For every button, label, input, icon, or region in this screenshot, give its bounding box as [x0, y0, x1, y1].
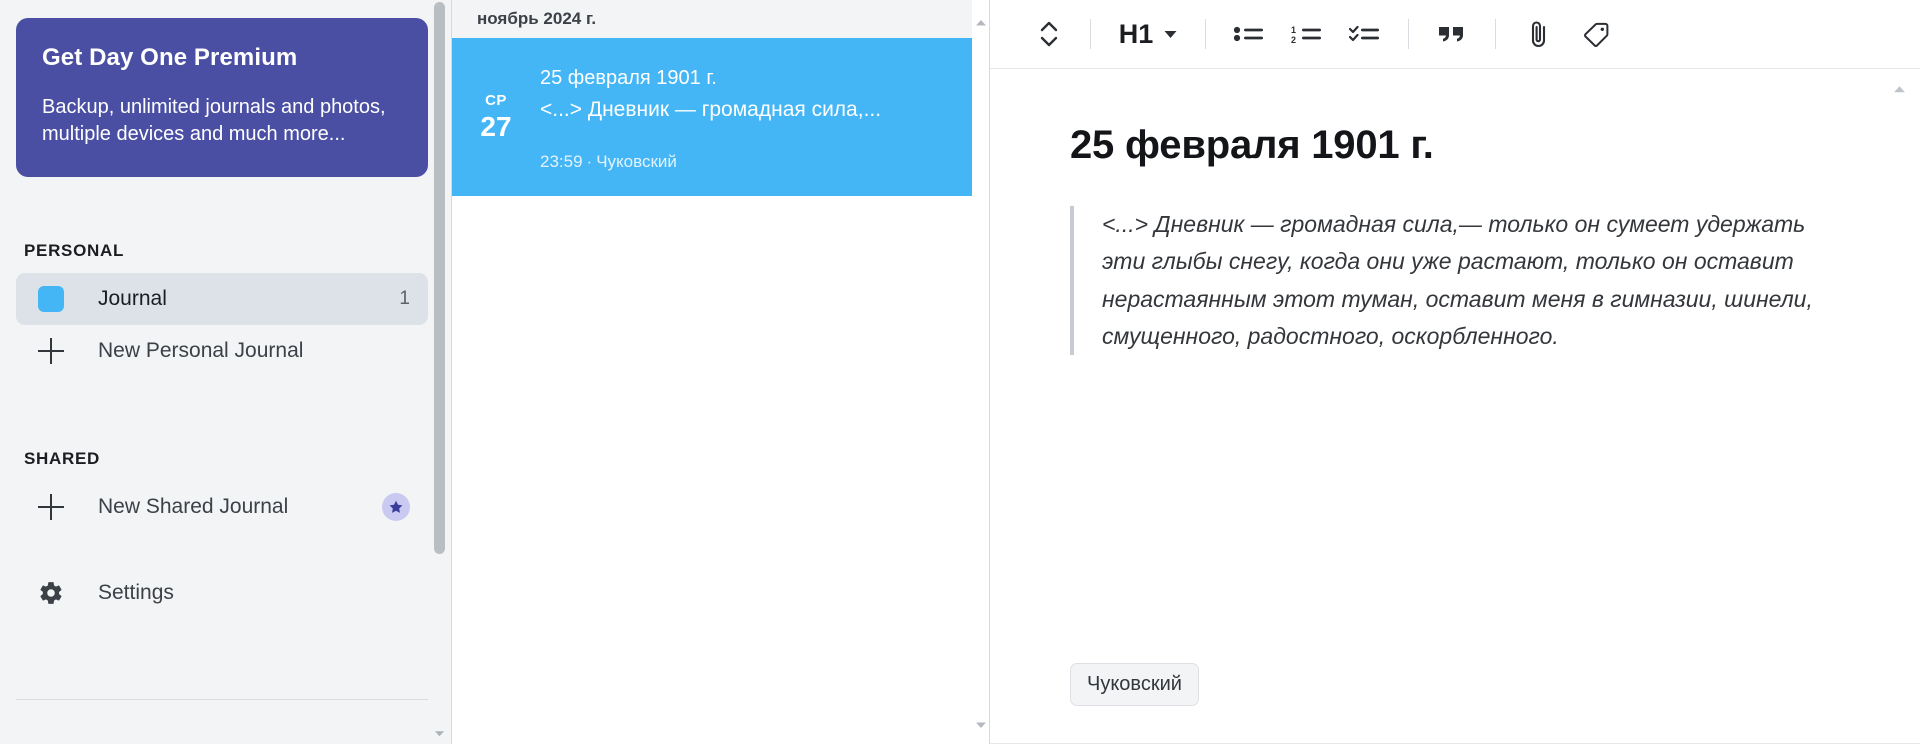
toolbar-separator: [1205, 19, 1206, 49]
journal-entry-count: 1: [399, 288, 410, 310]
plus-icon: [38, 338, 64, 365]
toolbar-separator: [1090, 19, 1091, 49]
attachment-button[interactable]: [1510, 12, 1568, 56]
heading-style-label: H1: [1118, 18, 1154, 49]
document: 25 февраля 1901 г. <...> Дневник — грома…: [990, 123, 1920, 355]
premium-promo-card[interactable]: Get Day One Premium Backup, unlimited jo…: [16, 18, 428, 178]
sidebar-item-new-shared-journal[interactable]: New Shared Journal: [16, 481, 428, 533]
quote-icon: [1439, 27, 1463, 42]
tag-icon: [1584, 22, 1609, 47]
entry-preview: <...> Дневник — громадная сила,...: [540, 98, 882, 121]
bullet-list-icon: [1233, 26, 1263, 42]
gear-icon: [38, 580, 64, 606]
meta-separator: ·: [586, 152, 593, 171]
plus-icon: [38, 494, 64, 521]
section-header-personal: PERSONAL: [24, 241, 125, 261]
chevron-down-icon: [1164, 30, 1177, 38]
month-header: ноябрь 2024 г.: [452, 0, 990, 38]
entry-tag-list: Чуковский: [1070, 663, 1199, 706]
scroll-up-arrow-icon[interactable]: [975, 16, 987, 28]
numbered-list-button[interactable]: 1 2: [1278, 12, 1336, 56]
scroll-up-arrow-icon[interactable]: [1893, 83, 1906, 96]
app-window: Get Day One Premium Backup, unlimited jo…: [0, 0, 1920, 744]
sidebar-item-label: Settings: [98, 581, 174, 605]
entry-list-item[interactable]: СР 27 25 февраля 1901 г. <...> Дневник —…: [452, 38, 990, 196]
entry-title-heading[interactable]: 25 февраля 1901 г.: [1070, 123, 1830, 168]
toolbar-separator: [1408, 19, 1409, 49]
sidebar-item-settings[interactable]: Settings: [16, 567, 428, 619]
sidebar-item-journal[interactable]: Journal 1: [16, 273, 428, 326]
sidebar-item-label: New Shared Journal: [98, 495, 289, 519]
heading-style-dropdown[interactable]: H1: [1105, 12, 1191, 56]
premium-star-badge[interactable]: [382, 493, 410, 522]
entry-time: 23:59: [540, 152, 583, 171]
scroll-down-arrow-icon[interactable]: [975, 718, 987, 730]
sidebar: Get Day One Premium Backup, unlimited jo…: [0, 0, 452, 744]
sidebar-item-new-personal-journal[interactable]: New Personal Journal: [16, 325, 428, 377]
scroll-down-arrow-icon[interactable]: [434, 726, 445, 737]
entry-list-scrollbar[interactable]: [972, 0, 990, 744]
entry-list-panel: ноябрь 2024 г. СР 27 25 февраля 1901 г. …: [452, 0, 990, 744]
sidebar-scrollbar-thumb[interactable]: [434, 2, 445, 554]
promo-title: Get Day One Premium: [42, 44, 298, 71]
checklist-icon: [1349, 25, 1379, 42]
entry-content: 25 февраля 1901 г. <...> Дневник — грома…: [540, 58, 972, 174]
stepper-icon: [1040, 21, 1058, 47]
numbered-list-icon: 1 2: [1291, 25, 1321, 45]
toolbar-separator: [1495, 19, 1496, 49]
svg-text:1: 1: [1291, 25, 1296, 35]
entry-blockquote[interactable]: <...> Дневник — громадная сила,— только …: [1070, 206, 1830, 355]
sidebar-item-label: New Personal Journal: [98, 339, 304, 363]
quote-button[interactable]: [1423, 12, 1481, 56]
entry-journal-name: Чуковский: [596, 152, 677, 171]
tag-button[interactable]: [1568, 12, 1626, 56]
bullet-list-button[interactable]: [1220, 12, 1278, 56]
entry-day-of-week: СР: [485, 92, 507, 109]
section-header-shared: SHARED: [24, 449, 100, 469]
sidebar-divider: [16, 699, 428, 700]
sidebar-scrollbar[interactable]: [433, 0, 446, 744]
svg-text:2: 2: [1291, 35, 1296, 45]
star-icon: [389, 500, 403, 514]
sidebar-item-label: Journal: [98, 287, 167, 311]
editor-toolbar: H1 1 2: [990, 0, 1920, 68]
checklist-button[interactable]: [1336, 12, 1394, 56]
entry-tag-chip[interactable]: Чуковский: [1070, 663, 1199, 706]
entry-title: 25 февраля 1901 г.: [540, 67, 717, 89]
entry-stepper-button[interactable]: [1022, 12, 1076, 56]
attachment-icon: [1531, 21, 1546, 47]
entry-day-number: 27: [480, 111, 512, 142]
journal-color-swatch: [38, 286, 64, 313]
entry-meta: 23:59 · Чуковский: [540, 152, 972, 172]
editor-content-area[interactable]: 25 февраля 1901 г. <...> Дневник — грома…: [990, 69, 1920, 744]
entry-date-block: СР 27: [452, 58, 540, 174]
editor-panel: H1 1 2 25 февраля 1901 г. <...> Дневник …: [990, 0, 1920, 744]
promo-description: Backup, unlimited journals and photos, m…: [42, 96, 386, 145]
